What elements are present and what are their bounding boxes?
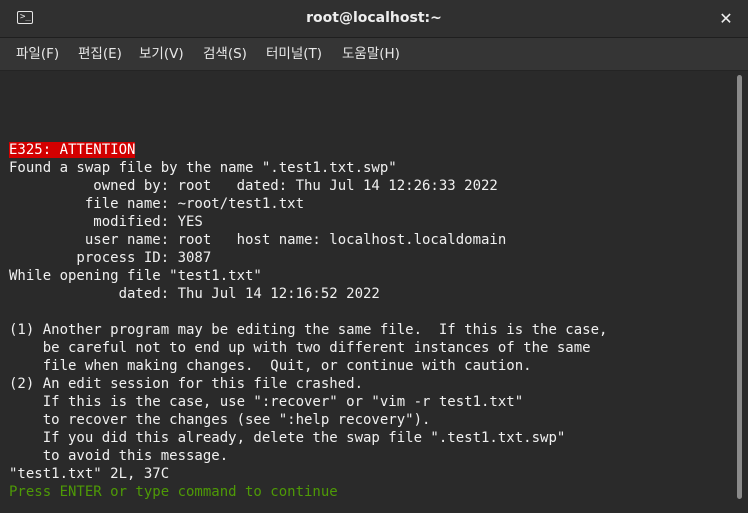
menu-file[interactable]: 파일(F): [16, 38, 59, 70]
terminal-line: (2) An edit session for this file crashe…: [9, 376, 364, 392]
continue-prompt: Press ENTER or type command to continue: [9, 484, 338, 500]
terminal-line: (1) Another program may be editing the s…: [9, 322, 608, 338]
terminal-line: If this is the case, use ":recover" or "…: [9, 394, 524, 410]
menu-help[interactable]: 도움말(H): [342, 38, 400, 70]
terminal-window: >_ root@localhost:~ ✕ 파일(F) 편집(E) 보기(V) …: [0, 0, 748, 513]
terminal-line: user name: root host name: localhost.loc…: [9, 232, 507, 248]
terminal-line: process ID: 3087: [9, 250, 212, 266]
terminal-line: E325: ATTENTION: [9, 141, 729, 159]
close-icon[interactable]: ✕: [714, 7, 738, 31]
title-bar: >_ root@localhost:~ ✕: [0, 0, 748, 38]
terminal-line: Found a swap file by the name ".test1.tx…: [9, 160, 397, 176]
terminal-line: file name: ~root/test1.txt: [9, 196, 305, 212]
terminal-line: owned by: root dated: Thu Jul 14 12:26:3…: [9, 178, 498, 194]
window-title: root@localhost:~: [306, 10, 442, 26]
menu-edit[interactable]: 편집(E): [78, 38, 122, 70]
menu-search[interactable]: 검색(S): [203, 38, 247, 70]
menu-bar: 파일(F) 편집(E) 보기(V) 검색(S) 터미널(T) 도움말(H): [0, 38, 748, 71]
attention-label: E325: ATTENTION: [9, 142, 136, 158]
terminal-line: modified: YES: [9, 214, 203, 230]
terminal-line: If you did this already, delete the swap…: [9, 430, 566, 446]
menu-terminal[interactable]: 터미널(T): [266, 38, 322, 70]
menu-view[interactable]: 보기(V): [139, 38, 184, 70]
terminal-line: to recover the changes (see ":help recov…: [9, 412, 431, 428]
terminal-output[interactable]: E325: ATTENTION Found a swap file by the…: [0, 71, 732, 513]
terminal-line: file when making changes. Quit, or conti…: [9, 358, 532, 374]
terminal-line: be careful not to end up with two differ…: [9, 340, 591, 356]
vertical-scrollbar[interactable]: [732, 71, 748, 513]
terminal-line: While opening file "test1.txt": [9, 268, 262, 284]
scrollbar-thumb[interactable]: [737, 75, 742, 499]
terminal-line: "test1.txt" 2L, 37C: [9, 466, 170, 482]
terminal-line: to avoid this message.: [9, 448, 229, 464]
terminal-line: dated: Thu Jul 14 12:16:52 2022: [9, 286, 380, 302]
terminal-lines: E325: ATTENTION Found a swap file by the…: [9, 141, 729, 501]
